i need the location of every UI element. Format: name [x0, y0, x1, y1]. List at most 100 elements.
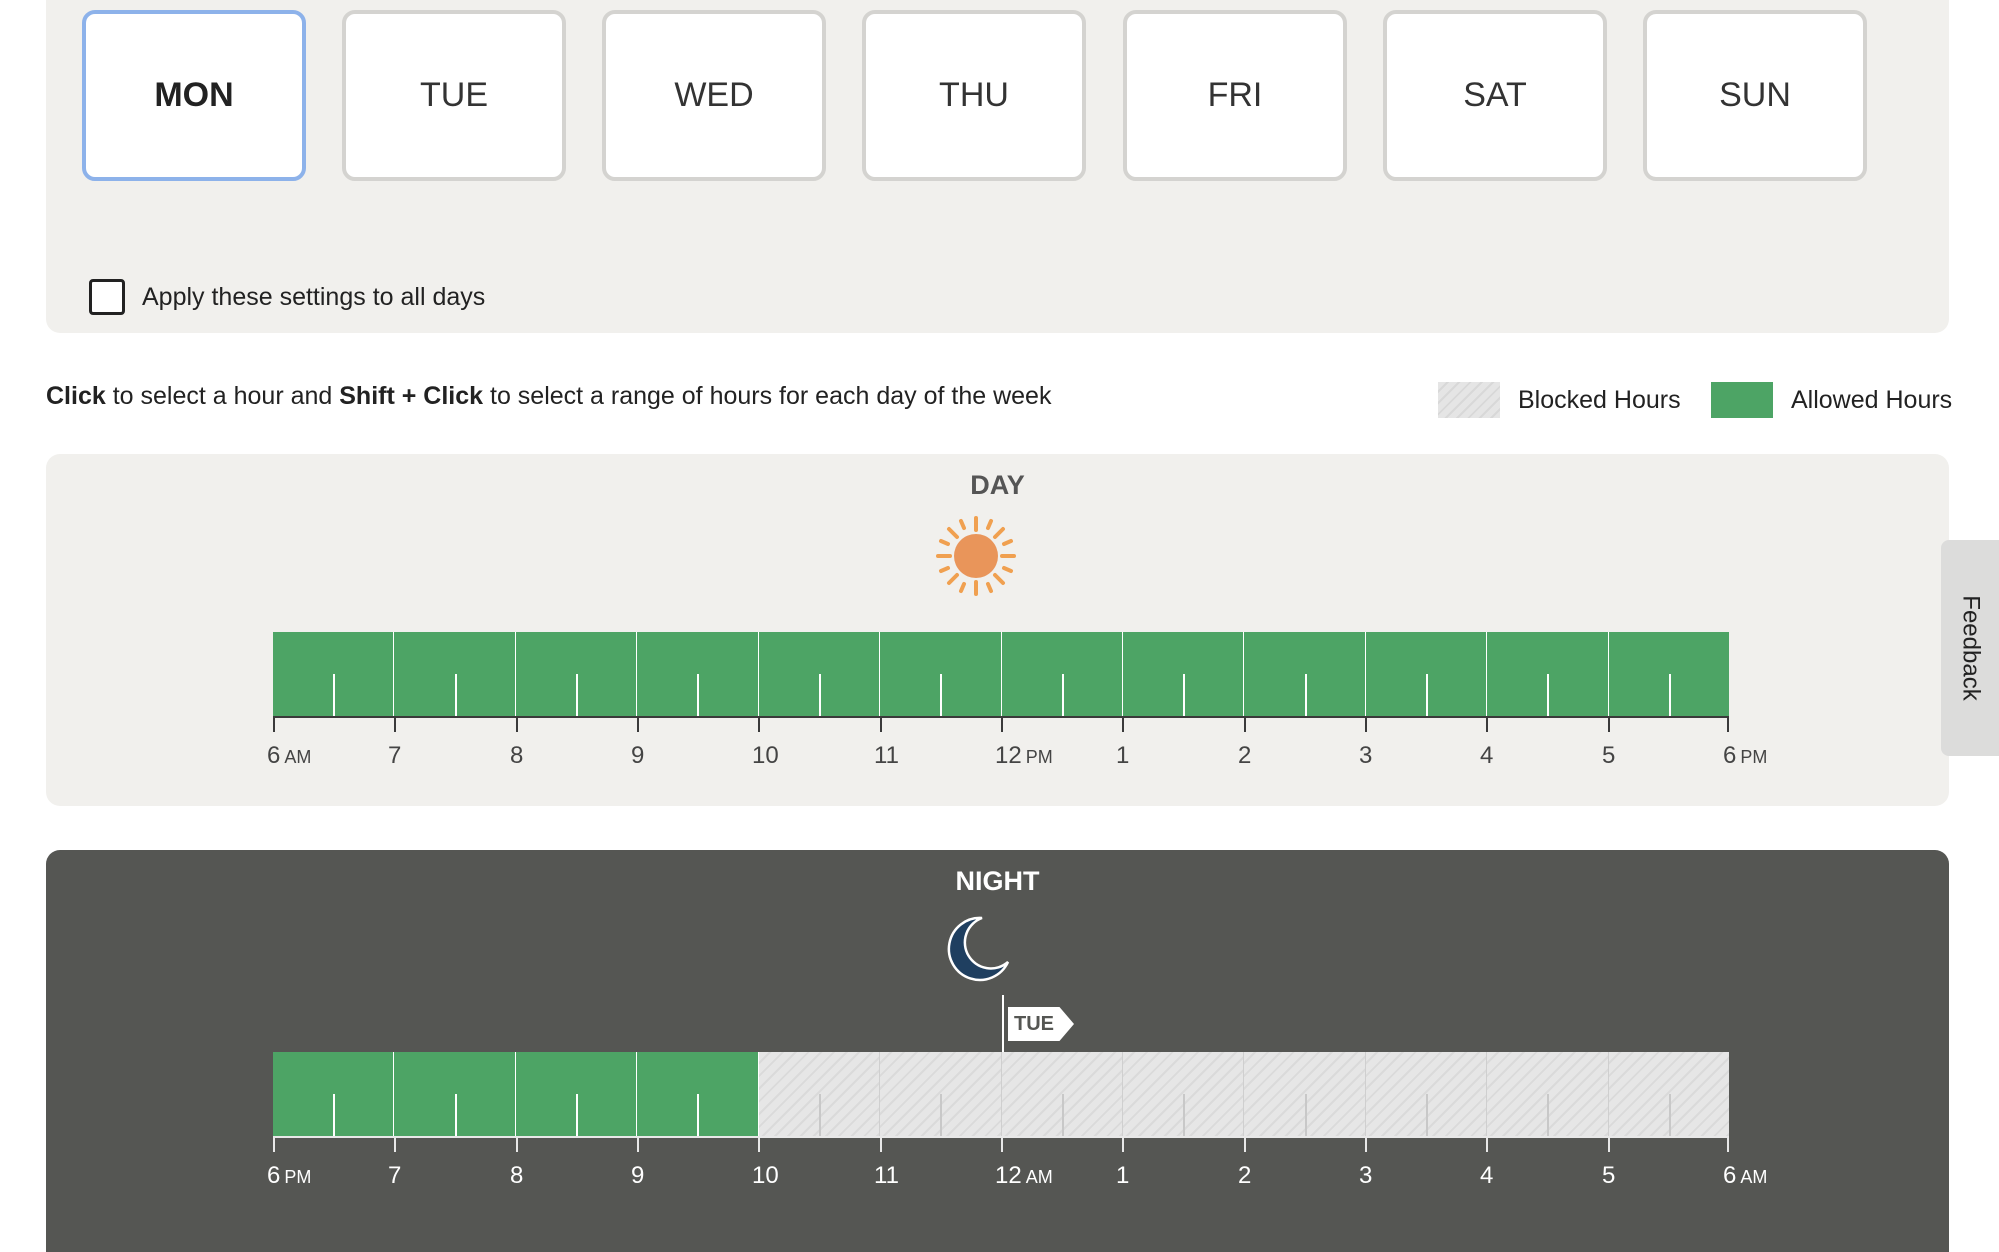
day-hour-slot[interactable] [637, 632, 759, 716]
night-hour-slot[interactable] [1365, 1052, 1488, 1136]
hour-number: 10 [752, 742, 779, 769]
day-button-mon[interactable]: MON [82, 10, 306, 181]
hour-number: 8 [510, 1162, 524, 1189]
hour-tick [1365, 1138, 1367, 1152]
half-hour-mark [1426, 1094, 1428, 1136]
moon-icon [947, 916, 1010, 982]
instructions-part1: to select a hour and [105, 382, 340, 410]
hour-tick-label: 10 [752, 1162, 779, 1190]
instructions-text: Click to select a hour and Shift + Click… [46, 382, 1051, 411]
hour-number: 11 [874, 1162, 899, 1189]
hour-tick [1486, 1138, 1488, 1152]
half-hour-mark [1183, 1094, 1186, 1136]
night-hour-slot[interactable] [758, 1052, 881, 1136]
hour-number: 6 [267, 1162, 281, 1189]
hour-tick [1122, 1138, 1124, 1152]
hour-tick-label: 1 [1116, 1162, 1129, 1190]
day-hour-slot[interactable] [1487, 632, 1609, 716]
night-hour-slot[interactable] [1487, 1052, 1609, 1136]
hour-number: 10 [752, 1162, 779, 1189]
hour-tick-label: 9 [631, 1162, 644, 1190]
hour-tick-label: 5 [1602, 742, 1615, 770]
day-button-wed[interactable]: WED [602, 10, 826, 181]
hour-tick [1244, 1138, 1246, 1152]
hour-tick-label: 6 PM [267, 1162, 311, 1190]
day-hour-slot[interactable] [1365, 632, 1488, 716]
hour-number: 6 [267, 742, 281, 769]
day-hour-slot[interactable] [273, 632, 395, 716]
hour-tick-label: 5 [1602, 1162, 1615, 1190]
instructions-click: Click [46, 382, 106, 410]
night-hour-slot[interactable] [273, 1052, 395, 1136]
hour-number: 2 [1238, 1162, 1252, 1189]
legend-blocked: Blocked Hours [1438, 382, 1681, 418]
am-pm-suffix: PM [1025, 747, 1053, 767]
day-panel-title: DAY [970, 470, 1025, 500]
night-hour-slot[interactable] [880, 1052, 1002, 1136]
day-hour-slot[interactable] [1001, 632, 1123, 716]
night-hour-slot[interactable] [1122, 1052, 1245, 1136]
apply-all-checkbox[interactable] [89, 279, 125, 315]
night-hour-slot[interactable] [394, 1052, 516, 1136]
hour-number: 1 [1116, 742, 1130, 769]
night-hour-slot[interactable] [637, 1052, 759, 1136]
night-hour-slot[interactable] [1001, 1052, 1123, 1136]
page: MON TUE WED THU FRI SAT SUN Apply these … [0, 0, 1999, 1252]
night-hour-slot[interactable] [1244, 1052, 1366, 1136]
night-hour-timeline [273, 1052, 1730, 1138]
night-hour-slot[interactable] [515, 1052, 638, 1136]
am-pm-suffix: AM [1740, 1167, 1768, 1187]
day-hour-slot[interactable] [1608, 632, 1730, 716]
hour-number: 7 [388, 1162, 402, 1189]
hour-number: 4 [1480, 1162, 1494, 1189]
half-hour-mark [1183, 674, 1186, 716]
day-hour-slot[interactable] [1244, 632, 1366, 716]
day-button-thu[interactable]: THU [862, 10, 1086, 181]
night-hour-slot[interactable] [1608, 1052, 1730, 1136]
instructions-shift-click: Shift + Click [339, 382, 484, 410]
hour-tick-label: 1 [1116, 742, 1129, 770]
hour-tick-label: 6 AM [267, 742, 311, 770]
half-hour-mark [1426, 674, 1428, 716]
legend-allowed: Allowed Hours [1711, 382, 1952, 418]
hour-tick [758, 1138, 760, 1152]
hour-number: 7 [388, 742, 402, 769]
half-hour-mark [1668, 674, 1671, 716]
half-hour-mark [940, 1094, 943, 1136]
half-hour-mark [1547, 1094, 1550, 1136]
hour-tick [1727, 718, 1729, 732]
hour-number: 3 [1359, 1162, 1373, 1189]
day-button-sun[interactable]: SUN [1643, 10, 1867, 181]
half-hour-mark [697, 1094, 700, 1136]
hour-tick [394, 718, 396, 732]
hour-number: 9 [631, 742, 645, 769]
hour-number: 6 [1723, 742, 1737, 769]
half-hour-mark [576, 674, 579, 716]
hour-tick-label: 11 [874, 1162, 899, 1190]
day-hour-slot[interactable] [394, 632, 516, 716]
day-button-fri[interactable]: FRI [1123, 10, 1347, 181]
hour-number: 8 [510, 742, 524, 769]
hour-tick [1244, 718, 1246, 732]
hour-tick-label: 4 [1480, 742, 1493, 770]
day-hour-slot[interactable] [1122, 632, 1245, 716]
next-day-marker-line [1002, 995, 1004, 1055]
hour-tick [637, 1138, 639, 1152]
day-hour-slot[interactable] [515, 632, 638, 716]
apply-all-row[interactable]: Apply these settings to all days [89, 279, 485, 315]
day-hour-slot[interactable] [758, 632, 881, 716]
day-button-tue[interactable]: TUE [342, 10, 566, 181]
apply-all-label[interactable]: Apply these settings to all days [142, 283, 485, 312]
hour-number: 11 [874, 742, 899, 769]
hour-tick [758, 718, 760, 732]
feedback-label[interactable]: Feedback [1957, 595, 1985, 700]
hour-number: 3 [1359, 742, 1373, 769]
day-button-sat[interactable]: SAT [1383, 10, 1607, 181]
day-hour-slot[interactable] [880, 632, 1002, 716]
half-hour-mark [1668, 1094, 1671, 1136]
half-hour-mark [940, 674, 943, 716]
hour-tick-label: 7 [388, 742, 401, 770]
hour-tick [1001, 718, 1003, 732]
hour-number: 5 [1602, 1162, 1616, 1189]
feedback-tab[interactable]: Feedback [1941, 540, 1999, 756]
